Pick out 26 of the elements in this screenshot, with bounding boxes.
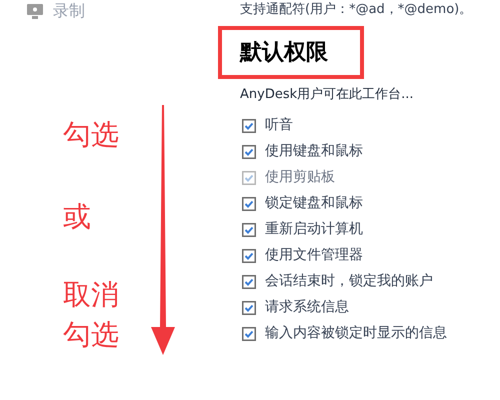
checkbox[interactable]: [242, 274, 256, 288]
checkbox-label: 使用剪贴板: [265, 168, 335, 187]
checkbox-label: 请求系统信息: [265, 298, 349, 317]
checkbox[interactable]: [242, 326, 256, 340]
checkbox-label: 锁定键盘和鼠标: [265, 194, 363, 213]
note-text: 支持通配符(用户：*@ad，*@demo)。: [239, 1, 474, 19]
annotation-text: 勾选: [63, 318, 119, 352]
checkbox-label: 听音: [265, 116, 293, 135]
checkbox-label: 重新启动计算机: [265, 220, 363, 239]
checkbox[interactable]: [242, 248, 256, 262]
section-title: 默认权限: [240, 39, 328, 67]
checkbox-label: 使用文件管理器: [265, 246, 363, 265]
annotation-text: 取消: [63, 278, 119, 312]
checkbox[interactable]: [242, 144, 256, 158]
section-subtitle: AnyDesk用户可在此工作台...: [239, 86, 415, 104]
checkbox[interactable]: [242, 222, 256, 236]
checkbox[interactable]: [242, 118, 256, 132]
checkbox-label: 会话结束时，锁定我的账户: [265, 272, 433, 291]
checkbox[interactable]: [242, 300, 256, 314]
annotation-text: 或: [63, 200, 91, 234]
monitor-icon: [27, 4, 43, 18]
annotation-text: 勾选: [63, 118, 119, 152]
checkbox[interactable]: [242, 196, 256, 210]
checkbox-label: 输入内容被锁定时显示的信息: [265, 324, 447, 343]
checkbox-label: 使用键盘和鼠标: [265, 142, 363, 161]
sidebar-item[interactable]: 录制: [53, 0, 85, 23]
